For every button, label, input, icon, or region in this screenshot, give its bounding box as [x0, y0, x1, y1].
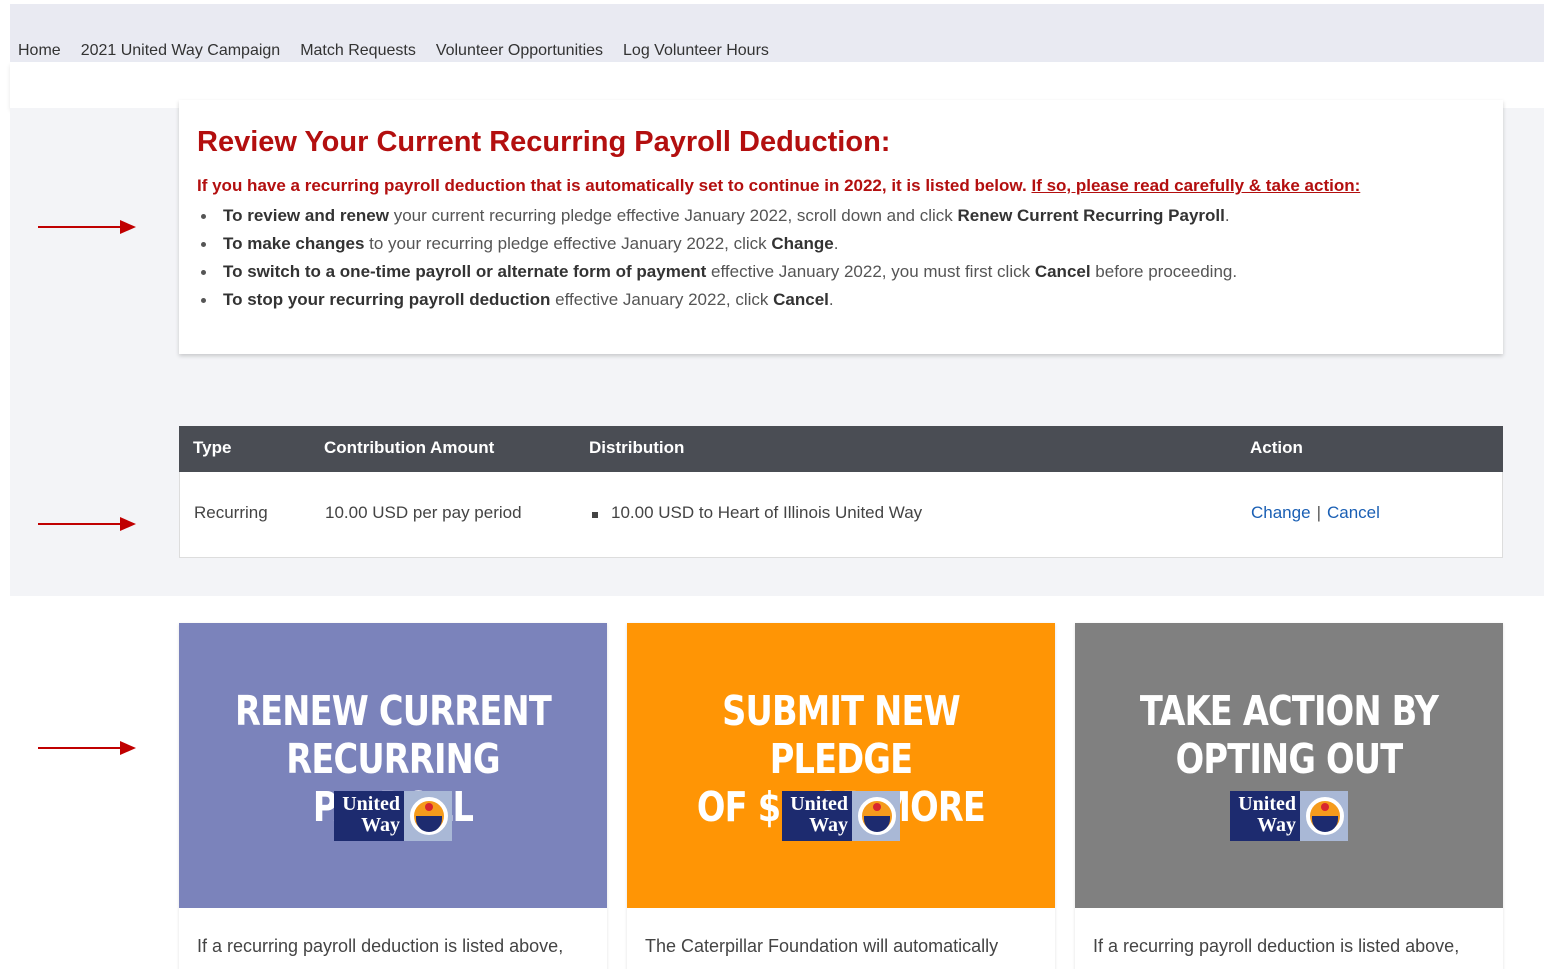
- tile-description: The Caterpillar Foundation will automati…: [645, 936, 999, 956]
- cell-type: Recurring: [194, 503, 268, 522]
- renew-recurring-tile[interactable]: RENEW CURRENTRECURRING PAYROLL UnitedWay…: [179, 623, 607, 969]
- united-way-logo-icon: United Way: [782, 791, 900, 841]
- change-link[interactable]: Change: [1251, 503, 1311, 522]
- pointer-arrow-icon: [38, 218, 136, 236]
- recurring-deduction-table: Type Contribution Amount Distribution Ac…: [179, 426, 1503, 558]
- tile-banner[interactable]: TAKE ACTION BY OPTING OUT United Way: [1075, 623, 1503, 908]
- bullet-icon: [592, 512, 598, 518]
- table-header: Type Contribution Amount Distribution Ac…: [179, 426, 1503, 472]
- list-item: To stop your recurring payroll deduction…: [197, 286, 1237, 314]
- cancel-link[interactable]: Cancel: [1327, 503, 1380, 522]
- header-contribution-amount: Contribution Amount: [324, 438, 495, 457]
- header-distribution: Distribution: [589, 438, 685, 457]
- cell-actions: Change | Cancel: [1251, 503, 1380, 523]
- tile-description: If a recurring payroll deduction is list…: [197, 936, 564, 956]
- list-item: To make changes to your recurring pledge…: [197, 230, 1237, 258]
- tile-description: If a recurring payroll deduction is list…: [1093, 936, 1460, 956]
- intro-text: If you have a recurring payroll deductio…: [197, 176, 1027, 195]
- pointer-arrow-icon: [38, 739, 136, 757]
- pointer-arrow-icon: [38, 515, 136, 533]
- cell-distribution: 10.00 USD to Heart of Illinois United Wa…: [611, 503, 923, 522]
- review-intro: If you have a recurring payroll deductio…: [197, 176, 1360, 196]
- tile-banner[interactable]: SUBMIT NEW PLEDGEOF $1 OR MORE UnitedWay: [627, 623, 1055, 908]
- action-separator: |: [1316, 503, 1321, 522]
- submit-new-pledge-tile[interactable]: SUBMIT NEW PLEDGEOF $1 OR MORE UnitedWay…: [627, 623, 1055, 969]
- review-title: Review Your Current Recurring Payroll De…: [197, 126, 891, 158]
- header-type: Type: [193, 438, 232, 457]
- cell-amount: 10.00 USD per pay period: [325, 503, 522, 522]
- united-way-logo-icon: United Way: [1230, 791, 1348, 841]
- tile-banner[interactable]: RENEW CURRENTRECURRING PAYROLL UnitedWay: [179, 623, 607, 908]
- list-item: To review and renew your current recurri…: [197, 202, 1237, 230]
- tile-heading: TAKE ACTION BY OPTING OUT: [1139, 687, 1439, 783]
- list-item: To switch to a one-time payroll or alter…: [197, 258, 1237, 286]
- united-way-logo-icon: United Way: [334, 791, 452, 841]
- review-instructions-card: Review Your Current Recurring Payroll De…: [179, 100, 1503, 354]
- intro-callout: If so, please read carefully & take acti…: [1031, 176, 1361, 195]
- header-action: Action: [1250, 438, 1303, 457]
- table-row: Recurring 10.00 USD per pay period 10.00…: [180, 472, 1502, 558]
- instruction-list: To review and renew your current recurri…: [197, 202, 1237, 314]
- opt-out-tile[interactable]: TAKE ACTION BY OPTING OUT United Way If a …: [1075, 623, 1503, 969]
